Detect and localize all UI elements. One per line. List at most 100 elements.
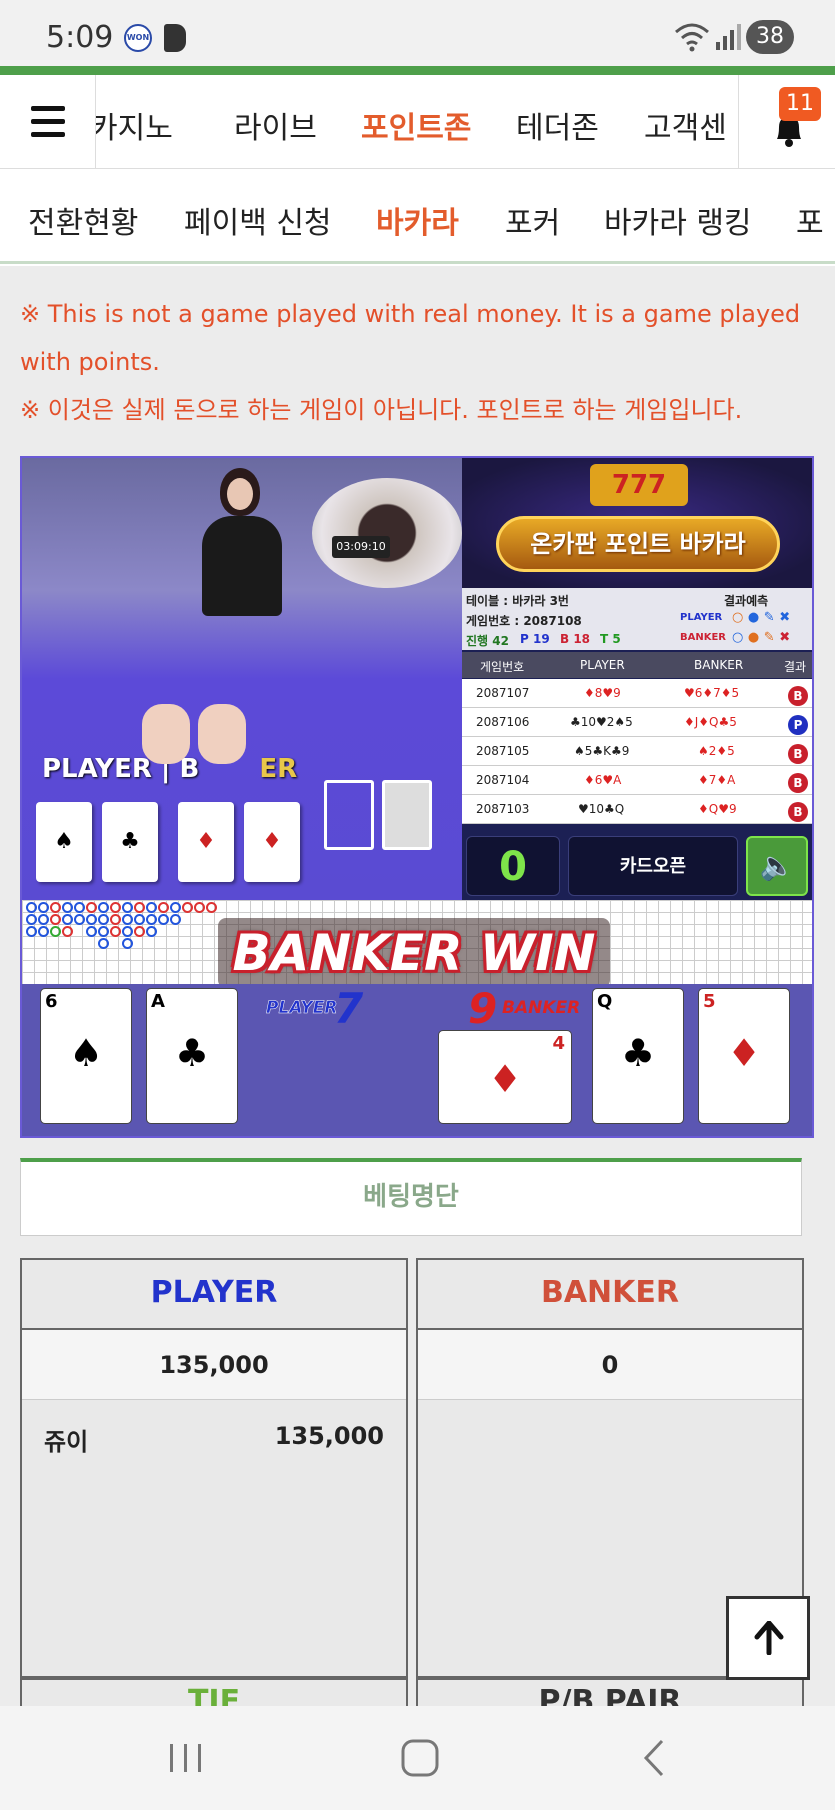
slot-777: 777 — [590, 464, 688, 506]
bead-road-marker — [26, 926, 37, 937]
bead-road-marker — [26, 914, 37, 925]
bead-road-marker — [86, 926, 97, 937]
roulette-timer: 03:09:10 — [332, 536, 390, 558]
card-rank: Q — [597, 991, 613, 1012]
main-nav: 카지노 라이브 포인트존 테더존 고객센 11 — [0, 75, 835, 169]
bead-road-marker — [158, 902, 169, 913]
tie-count: T 5 — [600, 632, 621, 646]
hamburger-icon-bar — [31, 132, 65, 137]
game-logo: 777 온카판 포인트 바카라 — [462, 458, 812, 588]
pred-player-label: PLAYER — [680, 612, 723, 623]
hist-banker: ♦Q♥9 — [698, 802, 737, 816]
hist-banker: ♦J♦Q♣5 — [684, 715, 737, 729]
notification-button[interactable]: 11 — [738, 75, 835, 169]
bead-road-marker — [110, 926, 121, 937]
bead-road-marker — [98, 926, 109, 937]
hist-player: ♣10♥2♠5 — [570, 715, 633, 729]
bead-road-marker — [98, 902, 109, 913]
dealer-face — [227, 478, 253, 510]
player-bet-column: PLAYER 135,000 쥬이 135,000 — [20, 1258, 408, 1678]
banker-card: Q ♣ — [592, 988, 684, 1124]
card-suit: ♣ — [620, 1031, 656, 1075]
bead-road-marker — [74, 914, 85, 925]
card-rank: 5 — [703, 991, 716, 1012]
bead-road-marker — [74, 902, 85, 913]
bead-road-marker — [50, 902, 61, 913]
pred-banker-options[interactable]: ○ ● ✎ ✖ — [732, 630, 790, 645]
hist-player: ♦6♥A — [584, 773, 622, 787]
hist-col-player: PLAYER — [580, 658, 625, 672]
bet-row: 쥬이 135,000 — [22, 1400, 406, 1470]
card-suit: ♣ — [174, 1031, 210, 1075]
tab-point-zone[interactable]: 포인트존 — [361, 103, 471, 147]
bead-road-marker — [98, 914, 109, 925]
card-suit: ♠ — [68, 1031, 104, 1075]
banker-score-label: BANKER — [502, 998, 581, 1018]
tab-casino[interactable]: 카지노 — [96, 103, 173, 147]
player-total: 135,000 — [22, 1330, 406, 1400]
status-bar: 5:09 WON 38 — [0, 0, 835, 66]
b-app-icon — [164, 24, 186, 52]
menu-button[interactable] — [0, 75, 96, 169]
tab-payback-request[interactable]: 페이백 신청 — [184, 198, 332, 242]
player-count: P 19 — [520, 632, 550, 646]
bead-road-marker — [182, 902, 193, 913]
tab-poker[interactable]: 포커 — [505, 198, 560, 242]
clock: 5:09 — [46, 20, 114, 55]
dealer-hand — [198, 704, 246, 764]
tab-baccarat[interactable]: 바카라 — [376, 198, 459, 242]
tie-bet-column: TIE — [20, 1678, 408, 1706]
hist-banker: ♥6♦7♦5 — [684, 686, 740, 700]
win-banner: BANKER WIN — [218, 918, 610, 988]
banker-score: 9 — [468, 984, 498, 1033]
card-rank: 4 — [552, 1033, 565, 1054]
card-result-zone: 6 ♠ A ♣ PLAYER 7 9 BANKER 4 ♦ Q ♣ 5 ♦ — [22, 984, 812, 1136]
tab-live[interactable]: 라이브 — [234, 103, 317, 147]
tab-customer-center[interactable]: 고객센 — [644, 103, 727, 147]
pred-banker-label: BANKER — [680, 632, 727, 643]
hist-banker: ♦7♦A — [698, 773, 736, 787]
bet-amount: 135,000 — [274, 1422, 384, 1450]
tab-baccarat-ranking[interactable]: 바카라 랭킹 — [604, 198, 752, 242]
hamburger-icon-bar — [31, 119, 65, 124]
back-button[interactable] — [640, 1738, 668, 1778]
history-row: 2087107 ♦8♥9 ♥6♦7♦5 B — [462, 679, 812, 708]
bead-road-marker — [26, 902, 37, 913]
bet-list-title: 베팅명단 — [20, 1158, 802, 1236]
wifi-icon — [675, 23, 709, 52]
pair-bet-column: P/B PAIR — [416, 1678, 804, 1706]
empty-card-slot — [324, 780, 374, 850]
bead-road-marker — [86, 902, 97, 913]
video-card: ♠ — [36, 802, 92, 882]
notice-en-line1: ※ This is not a game played with real mo… — [20, 300, 801, 328]
notice-ko: ※ 이것은 실제 돈으로 하는 게임이 아닙니다. 포인트로 하는 게임입니다. — [20, 396, 743, 424]
bead-road-marker — [146, 902, 157, 913]
card-open-button[interactable]: 카드오픈 — [568, 836, 738, 896]
live-video[interactable]: 03:09:10 PLAYER | B ER ♠ ♣ ♦ ♦ — [22, 458, 462, 900]
card-suit: ♦ — [726, 1031, 762, 1075]
bead-road-marker — [98, 938, 109, 949]
sound-toggle[interactable]: 🔈 — [746, 836, 808, 896]
tab-tether-zone[interactable]: 테더존 — [516, 103, 599, 147]
tab-more[interactable]: 포 — [796, 198, 824, 242]
bead-road-marker — [122, 938, 133, 949]
system-nav-bar — [0, 1706, 835, 1810]
felt-player-label: PLAYER — [42, 754, 152, 784]
card-rank: A — [151, 991, 165, 1012]
pred-player-options[interactable]: ○ ● ✎ ✖ — [732, 610, 790, 625]
home-button[interactable] — [400, 1738, 440, 1778]
roulette-wheel — [312, 478, 462, 588]
hist-col-no: 게임번호 — [480, 660, 525, 674]
hist-result-badge: P — [788, 715, 808, 735]
arrow-up-icon — [754, 1621, 784, 1655]
history-row: 2087104 ♦6♥A ♦7♦A B — [462, 766, 812, 795]
history-row: 2087106 ♣10♥2♠5 ♦J♦Q♣5 P — [462, 708, 812, 737]
tab-conversion-status[interactable]: 전환현황 — [28, 198, 138, 242]
scroll-to-top-button[interactable] — [726, 1596, 810, 1680]
game-panel: 777 온카판 포인트 바카라 테이블 : 바카라 3번 결과예측 게임번호 :… — [462, 458, 812, 900]
hist-player: ♠5♣K♣9 — [574, 744, 630, 758]
signal-icon — [716, 24, 741, 50]
recent-apps-button[interactable] — [168, 1742, 204, 1774]
progress-count: 진행 42 — [466, 634, 509, 648]
player-card: 6 ♠ — [40, 988, 132, 1124]
